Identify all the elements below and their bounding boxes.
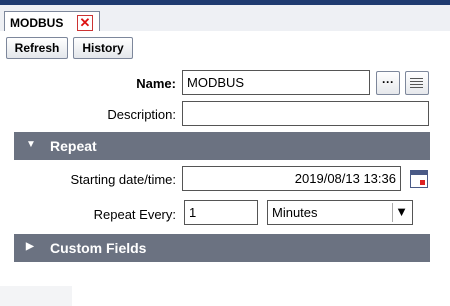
repeat-every-label: Repeat Every: [93,207,176,222]
history-button[interactable]: History [73,37,133,59]
repeat-section-header[interactable]: ▼ Repeat [14,132,430,160]
description-input[interactable] [182,101,429,126]
repeat-unit-select[interactable]: Minutes ▼ [267,200,413,225]
list-icon [406,72,428,94]
calendar-icon[interactable] [410,170,428,188]
bottom-strip [0,286,72,306]
browse-button[interactable]: ··· [376,71,400,95]
refresh-button[interactable]: Refresh [6,37,68,59]
collapse-arrow-icon: ▼ [26,139,36,150]
tab-strip: MODBUS ✕ [0,5,450,35]
description-label: Description: [107,107,176,122]
custom-fields-section-header[interactable]: ▶ Custom Fields [14,234,430,262]
repeat-unit-value: Minutes [272,205,318,220]
repeat-every-input[interactable]: 1 [184,200,258,225]
tab-title: MODBUS [10,16,64,30]
dropdown-arrow-icon: ▼ [392,203,410,222]
start-datetime-input[interactable]: 2019/08/13 13:36 [182,166,401,191]
list-button[interactable] [405,71,429,95]
name-input[interactable]: MODBUS [182,70,370,95]
repeat-section-title: Repeat [50,138,97,154]
custom-fields-section-title: Custom Fields [50,240,147,256]
expand-arrow-icon: ▶ [26,241,34,252]
toolbar: Refresh History [0,31,450,63]
name-label: Name: [136,76,176,91]
close-icon[interactable]: ✕ [77,15,93,31]
start-datetime-label: Starting date/time: [70,172,177,187]
